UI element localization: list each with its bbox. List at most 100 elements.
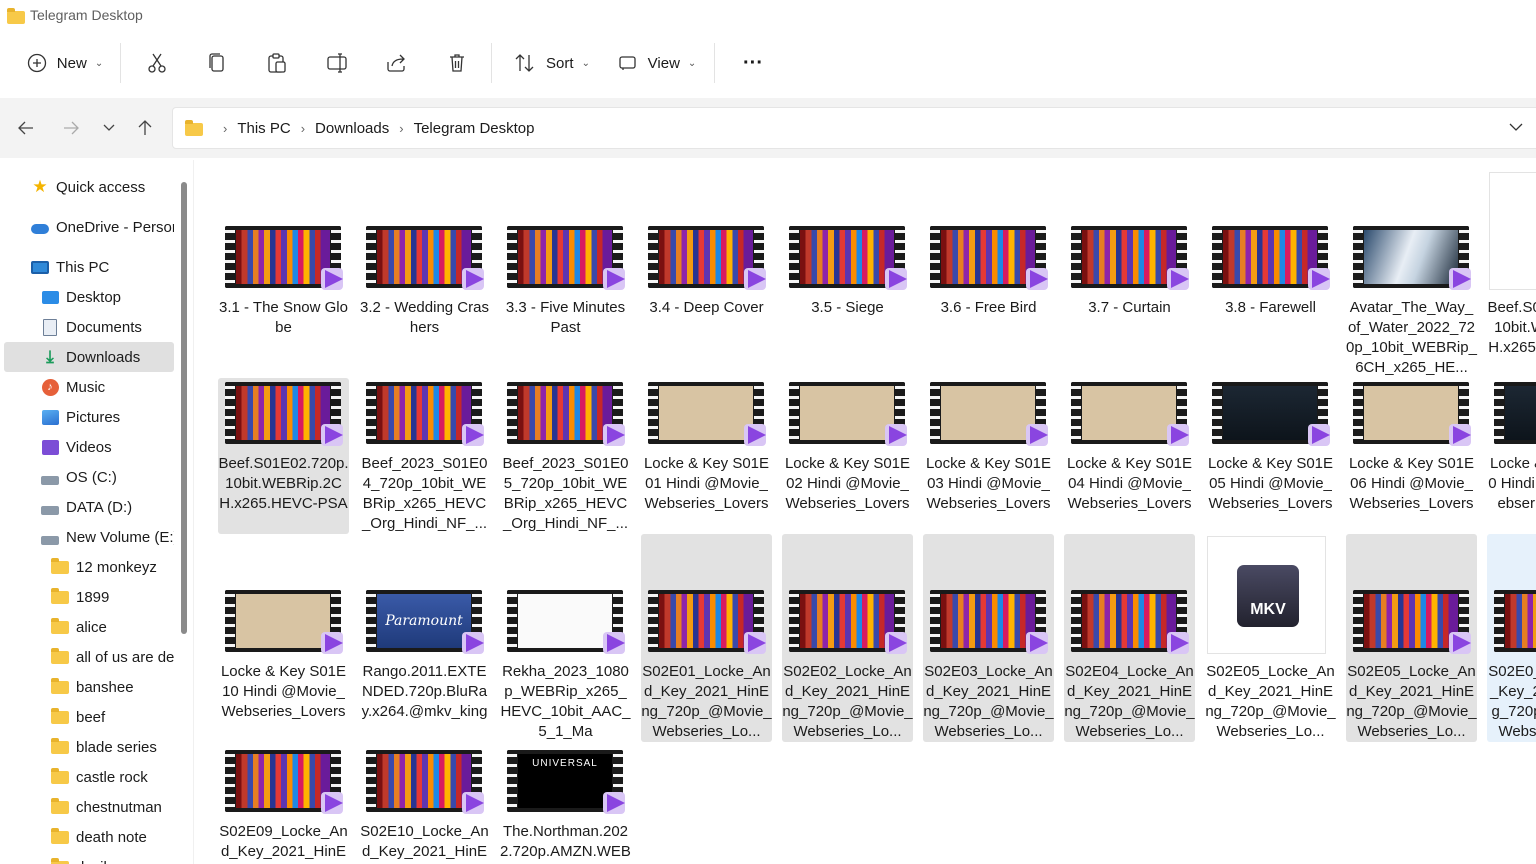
sidebar-item-1899[interactable]: 1899 [4,582,174,612]
sidebar-item-castle-rock[interactable]: castle rock [4,762,174,792]
file-item[interactable]: Locke & Key S01E10 Hindi @Movie_Webserie… [218,534,349,742]
up-button[interactable] [131,114,159,142]
back-button[interactable] [12,114,40,142]
breadcrumb-downloads[interactable]: Downloads [315,120,389,137]
sidebar-item-quick-access[interactable]: ★ Quick access [4,172,174,202]
file-item[interactable]: S02E09_Locke_And_Key_2021_HinEng_720p_@M… [218,746,349,864]
play-icon [1171,426,1189,444]
sidebar-item-blade-series[interactable]: blade series [4,732,174,762]
more-options-button[interactable]: ··· [733,43,773,83]
share-button[interactable] [377,43,417,83]
file-item[interactable]: 3.8 - Farewell [1205,170,1336,382]
sort-button[interactable]: Sort ⌄ [510,43,594,83]
thumbnail-image [659,594,753,648]
breadcrumb-telegram-desktop[interactable]: Telegram Desktop [414,120,535,137]
sidebar-item-os-c[interactable]: OS (C:) [4,462,174,492]
sidebar-item-label: castle rock [76,768,148,786]
file-item[interactable]: Avatar_The_Way_of_Water_2022_720p_10bit_… [1346,170,1477,382]
file-item[interactable]: Beef_2023_S01E05_720p_10bit_WEBRip_x265_… [500,378,631,534]
file-item[interactable]: 3.2 - Wedding Crashers [359,170,490,382]
file-item[interactable]: S02E10_Locke_And_Key_2021_HinEng_720p_@M… [359,746,490,864]
file-item[interactable]: S02E03_Locke_And_Key_2021_HinEng_720p_@M… [923,534,1054,742]
file-item[interactable]: S02E01_Locke_And_Key_2021_HinEng_720p_@M… [641,534,772,742]
file-item[interactable]: S02E05_Locke_And_Key_2021_HinEng_720p_@M… [1346,534,1477,742]
file-item[interactable]: 3.7 - Curtain [1064,170,1195,382]
sidebar-item-label: all of us are de [76,648,174,666]
sidebar-item-label: OneDrive - Persor [56,218,174,236]
file-item[interactable]: Rekha_2023_1080p_WEBRip_x265_HEVC_10bit_… [500,534,631,742]
new-button[interactable]: New ⌄ [22,43,108,83]
sidebar-item-data-d[interactable]: DATA (D:) [4,492,174,522]
file-item[interactable]: S02E0_Locke_And_Key_2021_HinEng_720p_@Mo… [1487,534,1536,742]
file-item[interactable]: S02E02_Locke_And_Key_2021_HinEng_720p_@M… [782,534,913,742]
copy-button[interactable] [197,43,237,83]
play-badge-icon [744,424,766,446]
sidebar-item-devils[interactable]: devils [4,852,174,864]
sidebar-item-death-note[interactable]: death note [4,822,174,852]
file-item[interactable]: Locke & Key S01E02 Hindi @Movie_Webserie… [782,378,913,534]
file-item[interactable]: Beef.S01E02.720p.10bit.WEBRip.2CH.x265.H… [218,378,349,534]
video-thumbnail [1494,590,1536,652]
sidebar-item-label: banshee [76,678,134,696]
file-item[interactable]: Locke & Key S01E03 Hindi @Movie_Webserie… [923,378,1054,534]
sidebar-item-desktop[interactable]: Desktop [4,282,174,312]
file-item[interactable]: Paramount Rango.2011.EXTENDED.720p.BluRay… [359,534,490,742]
sidebar-item-label: Downloads [66,348,141,366]
computer-icon [30,258,50,276]
file-item[interactable]: Beef_2023_S01E04_720p_10bit_WEBRip_x265_… [359,378,490,534]
view-label: View [647,54,680,72]
cloud-icon [30,218,50,236]
sidebar-item-banshee[interactable]: banshee [4,672,174,702]
folder-icon [50,798,70,816]
file-item[interactable]: Locke & Key S01E0 Hindi @Movie_Webseries… [1487,378,1536,534]
address-dropdown-icon[interactable] [1509,120,1523,134]
play-badge-icon [321,792,343,814]
thumbnail-image [941,386,1035,440]
sidebar-item-downloads[interactable]: ⤓ Downloads [4,342,174,372]
file-item[interactable]: 3.3 - Five Minutes Past [500,170,631,382]
file-item[interactable]: Locke & Key S01E04 Hindi @Movie_Webserie… [1064,378,1195,534]
file-item[interactable]: Locke & Key S01E06 Hindi @Movie_Webserie… [1346,378,1477,534]
paste-button[interactable] [257,43,297,83]
address-bar[interactable]: › This PC › Downloads › Telegram Desktop [172,107,1536,149]
sidebar-item-pictures[interactable]: Pictures [4,402,174,432]
breadcrumb-this-pc[interactable]: This PC [237,120,290,137]
sidebar-item-onedrive-persor[interactable]: OneDrive - Persor [4,212,174,242]
file-item[interactable]: 3.5 - Siege [782,170,913,382]
thumbnail-image [236,230,330,284]
view-button[interactable]: View ⌄ [614,43,700,83]
sidebar-item-documents[interactable]: Documents [4,312,174,342]
sidebar-item-videos[interactable]: Videos [4,432,174,462]
file-item[interactable]: Locke & Key S01E05 Hindi @Movie_Webserie… [1205,378,1336,534]
rename-button[interactable] [317,43,357,83]
sidebar-item-12-monkeyz[interactable]: 12 monkeyz [4,552,174,582]
sidebar-item-new-volume-e[interactable]: New Volume (E:) [4,522,174,552]
file-item[interactable]: UNIVERSAL The.Northman.2022.720p.AMZN.WEB… [500,746,631,864]
chevron-right-icon: › [223,120,228,136]
thumbnail-image [518,594,612,648]
play-badge-icon [1308,268,1330,290]
file-name: S02E01_Locke_And_Key_2021_HinEng_720p_@M… [641,663,772,740]
file-item[interactable]: 3.6 - Free Bird [923,170,1054,382]
file-item[interactable]: Locke & Key S01E01 Hindi @Movie_Webserie… [641,378,772,534]
file-item[interactable]: 3.1 - The Snow Globe [218,170,349,382]
recent-locations-button[interactable] [95,114,123,142]
play-badge-icon [462,632,484,654]
sidebar-item-chestnutman[interactable]: chestnutman [4,792,174,822]
file-item[interactable]: 3.4 - Deep Cover [641,170,772,382]
file-item[interactable]: MKV S02E05_Locke_And_Key_2021_HinEng_720p… [1205,534,1336,742]
file-item[interactable]: S02E04_Locke_And_Key_2021_HinEng_720p_@M… [1064,534,1195,742]
file-item[interactable]: Beef.S01E01.720p.10bit.WEBRip.2CH.x265.H… [1487,170,1536,382]
sidebar-item-music[interactable]: ♪ Music [4,372,174,402]
sidebar-item-alice[interactable]: alice [4,612,174,642]
forward-button[interactable] [57,114,85,142]
delete-button[interactable] [437,43,477,83]
documents-icon [40,318,60,336]
sidebar-item-all-of-us-are-de[interactable]: all of us are de [4,642,174,672]
sidebar-scrollbar[interactable] [181,182,187,634]
sidebar-item-label: blade series [76,738,157,756]
sidebar-item-this-pc[interactable]: This PC [4,252,174,282]
cut-button[interactable] [137,43,177,83]
sidebar-item-beef[interactable]: beef [4,702,174,732]
folder-icon [50,858,70,864]
